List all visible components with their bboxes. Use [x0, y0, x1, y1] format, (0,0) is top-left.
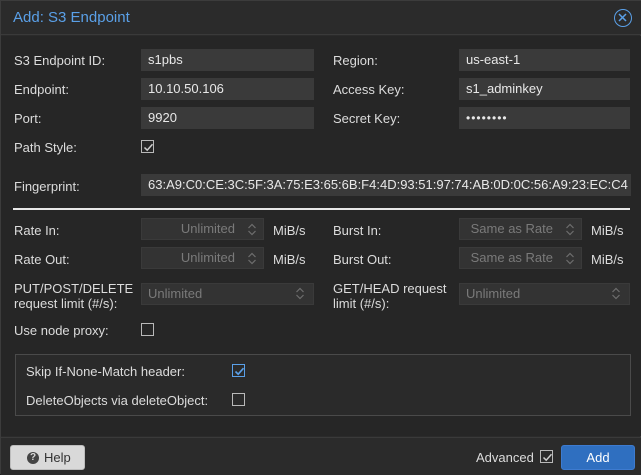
- skip-if-none-match-label: Skip If-None-Match header:: [26, 364, 185, 379]
- put-limit-select[interactable]: Unlimited: [141, 283, 314, 305]
- burst-in-unit: MiB/s: [591, 223, 624, 238]
- node-proxy-label: Use node proxy:: [14, 323, 109, 338]
- region-label: Region:: [333, 53, 378, 68]
- fingerprint-input[interactable]: 63:A9:C0:CE:3C:5F:3A:75:E3:65:6B:F4:4D:9…: [141, 174, 631, 196]
- port-label: Port:: [14, 111, 42, 126]
- rate-in-spinner[interactable]: Unlimited: [141, 218, 264, 240]
- spinner-arrows-icon[interactable]: [565, 252, 575, 265]
- dialog-body: S3 Endpoint ID: s1pbs Region: us-east-1 …: [1, 36, 641, 436]
- fingerprint-label: Fingerprint:: [14, 179, 80, 194]
- path-style-checkbox[interactable]: [141, 140, 154, 153]
- rate-in-label: Rate In:: [14, 223, 60, 238]
- advanced-label: Advanced: [476, 450, 534, 465]
- endpoint-input[interactable]: 10.10.50.106: [141, 78, 314, 100]
- add-s3-endpoint-dialog: Add: S3 Endpoint S3 Endpoint ID: s1pbs R…: [0, 0, 641, 475]
- section-divider: [13, 208, 630, 210]
- checkmark-icon: [143, 143, 154, 152]
- burst-in-label: Burst In:: [333, 223, 382, 238]
- get-limit-select[interactable]: Unlimited: [459, 283, 630, 305]
- delete-objects-checkbox[interactable]: [232, 393, 245, 406]
- secret-key-input[interactable]: ••••••••: [459, 107, 630, 129]
- checkmark-icon: [542, 453, 553, 462]
- get-limit-label: GET/HEAD request limit (#/s):: [333, 281, 447, 311]
- dialog-titlebar: Add: S3 Endpoint: [1, 1, 641, 35]
- rate-out-spinner[interactable]: Unlimited: [141, 247, 264, 269]
- secret-key-label: Secret Key:: [333, 111, 401, 126]
- advanced-checkbox[interactable]: [540, 450, 553, 463]
- question-circle-icon: ?: [27, 452, 39, 464]
- burst-out-label: Burst Out:: [333, 252, 392, 267]
- help-button[interactable]: ? Help: [10, 445, 85, 470]
- add-button[interactable]: Add: [561, 445, 635, 470]
- endpoint-label: Endpoint:: [14, 82, 69, 97]
- checkmark-icon: [234, 367, 245, 376]
- spinner-arrows-icon[interactable]: [247, 252, 257, 265]
- node-proxy-checkbox[interactable]: [141, 323, 154, 336]
- delete-objects-label: DeleteObjects via deleteObject:: [26, 393, 209, 408]
- put-limit-value: Unlimited: [148, 286, 203, 301]
- spinner-arrows-icon[interactable]: [565, 223, 575, 236]
- chevron-down-icon[interactable]: [295, 287, 305, 300]
- rate-in-unit: MiB/s: [273, 223, 306, 238]
- put-limit-label: PUT/POST/DELETE request limit (#/s):: [14, 281, 134, 311]
- chevron-down-icon[interactable]: [611, 287, 621, 300]
- burst-in-spinner[interactable]: Same as Rate: [459, 218, 582, 240]
- access-key-label: Access Key:: [333, 82, 405, 97]
- region-input[interactable]: us-east-1: [459, 49, 630, 71]
- spinner-arrows-icon[interactable]: [247, 223, 257, 236]
- access-key-input[interactable]: s1_adminkey: [459, 78, 630, 100]
- help-button-label: Help: [44, 450, 71, 465]
- close-icon[interactable]: [614, 9, 632, 27]
- rate-out-unit: MiB/s: [273, 252, 306, 267]
- endpoint-id-label: S3 Endpoint ID:: [14, 53, 106, 68]
- dialog-title: Add: S3 Endpoint: [13, 9, 130, 26]
- get-limit-value: Unlimited: [466, 286, 521, 301]
- rate-out-label: Rate Out:: [14, 252, 70, 267]
- burst-out-unit: MiB/s: [591, 252, 624, 267]
- advanced-options-fieldset: Skip If-None-Match header: DeleteObjects…: [15, 354, 631, 416]
- endpoint-id-input[interactable]: s1pbs: [141, 49, 314, 71]
- dialog-footer: ? Help Advanced Add: [1, 437, 641, 475]
- port-input[interactable]: 9920: [141, 107, 314, 129]
- burst-out-spinner[interactable]: Same as Rate: [459, 247, 582, 269]
- path-style-label: Path Style:: [14, 140, 77, 155]
- skip-if-none-match-checkbox[interactable]: [232, 364, 245, 377]
